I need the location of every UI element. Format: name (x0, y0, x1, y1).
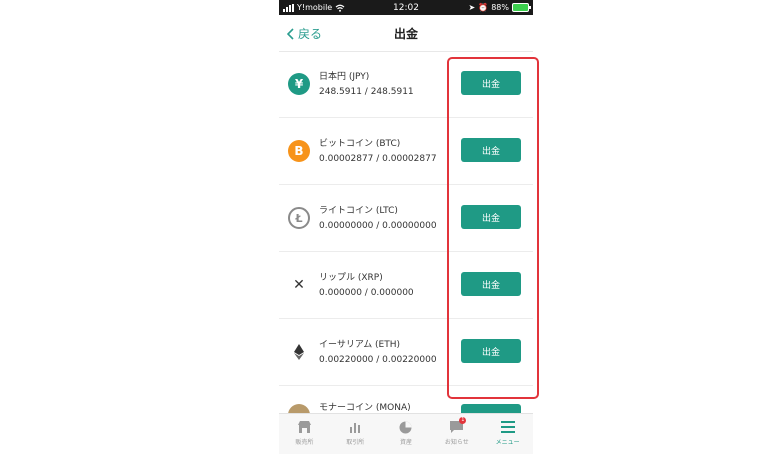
coin-name: モナーコイン (MONA) (319, 403, 411, 413)
coin-name: イーサリアム (ETH) (319, 340, 401, 350)
chart-icon (348, 420, 362, 434)
yen-icon: ¥ (288, 73, 310, 95)
location-icon: ➤ (468, 3, 476, 12)
navigation-bar: 戻る 出金 (279, 15, 533, 52)
tab-store[interactable]: 販売所 (279, 414, 330, 454)
tab-menu[interactable]: メニュー (482, 414, 533, 454)
battery-icon (512, 3, 531, 12)
coin-balance: 0.000000 / 0.000000 (319, 288, 414, 298)
withdraw-button-ltc[interactable]: 出金 (461, 205, 521, 229)
withdraw-button-jpy[interactable]: 出金 (461, 71, 521, 95)
page-title: 出金 (393, 27, 418, 41)
list-item: ✕ リップル (XRP) 0.000000 / 0.000000 出金 (279, 252, 533, 319)
store-icon (297, 420, 311, 434)
battery-percent: 88% (491, 3, 509, 12)
tab-label: 販売所 (295, 439, 314, 446)
tab-label: メニュー (495, 439, 520, 446)
list-item: B ビットコイン (BTC) 0.00002877 / 0.00002877 出… (279, 118, 533, 185)
list-item: Ł ライトコイン (LTC) 0.00000000 / 0.00000000 出… (279, 185, 533, 252)
pie-chart-icon (399, 420, 413, 434)
list-item: ¥ 日本円 (JPY) 248.5911 / 248.5911 出金 (279, 51, 533, 118)
tab-label: 取引所 (346, 439, 365, 446)
tab-bar: 販売所 取引所 資産 1 お知らせ メニュー (279, 413, 533, 454)
bitcoin-icon: B (288, 140, 310, 162)
withdraw-button-btc[interactable]: 出金 (461, 138, 521, 162)
coin-balance: 0.00220000 / 0.00220000 (319, 355, 437, 365)
litecoin-icon: Ł (288, 207, 310, 229)
coin-name: ビットコイン (BTC) (319, 139, 401, 149)
notification-badge: 1 (459, 417, 467, 424)
coin-name: 日本円 (JPY) (319, 72, 370, 82)
currency-list: ¥ 日本円 (JPY) 248.5911 / 248.5911 出金 B ビット… (279, 51, 533, 453)
tab-exchange[interactable]: 取引所 (330, 414, 381, 454)
tab-label: お知らせ (444, 439, 469, 446)
withdraw-button-xrp[interactable]: 出金 (461, 272, 521, 296)
list-item: イーサリアム (ETH) 0.00220000 / 0.00220000 出金 (279, 319, 533, 386)
coin-balance: 248.5911 / 248.5911 (319, 87, 414, 97)
tab-notifications[interactable]: 1 お知らせ (431, 414, 482, 454)
tab-label: 資産 (399, 439, 412, 446)
coin-name: リップル (XRP) (319, 273, 383, 283)
coin-name: ライトコイン (LTC) (319, 206, 398, 216)
phone-screen: Y!mobile 12:02 ➤ ⏰ 88% 戻る 出金 ¥ 日本円 (JPY) (279, 0, 533, 454)
ripple-icon: ✕ (288, 274, 310, 296)
alarm-icon: ⏰ (478, 3, 489, 12)
withdraw-button-eth[interactable]: 出金 (461, 339, 521, 363)
status-bar: Y!mobile 12:02 ➤ ⏰ 88% (279, 0, 533, 15)
coin-balance: 0.00000000 / 0.00000000 (319, 221, 437, 231)
coin-balance: 0.00002877 / 0.00002877 (319, 154, 437, 164)
menu-icon (500, 420, 515, 434)
ethereum-icon (288, 341, 310, 363)
tab-assets[interactable]: 資産 (381, 414, 432, 454)
